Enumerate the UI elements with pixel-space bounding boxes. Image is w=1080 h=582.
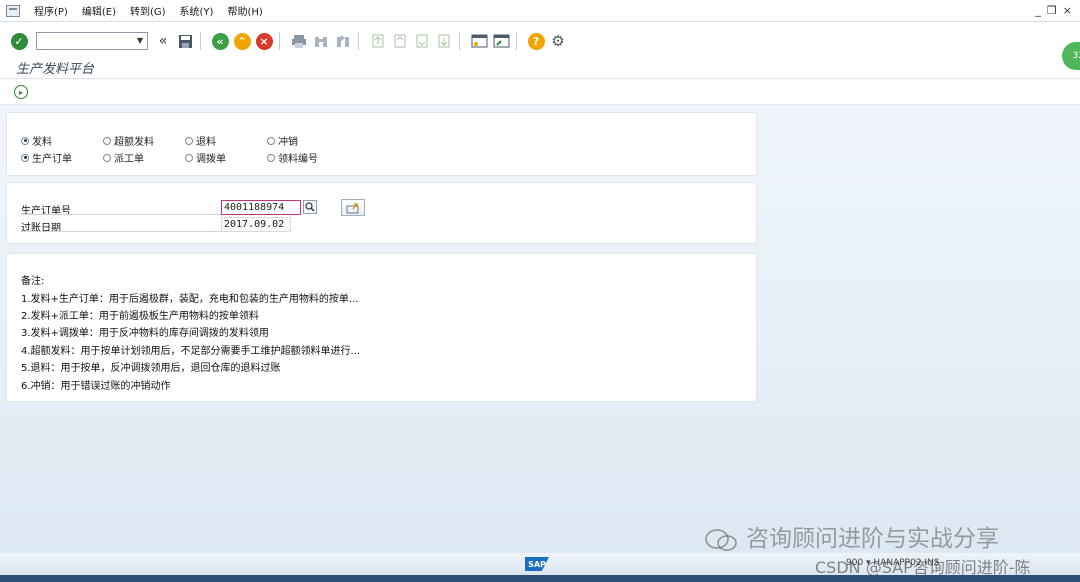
menu-program[interactable]: 程序(P) (34, 3, 68, 18)
toolbar-separator (516, 32, 517, 50)
toolbar-separator (358, 32, 359, 50)
prev-page-icon[interactable] (391, 32, 409, 50)
toolbar-separator (279, 32, 280, 50)
minimize-icon[interactable]: _ (1035, 4, 1041, 17)
radio-label: 调拨单 (196, 154, 226, 165)
order-number-input[interactable]: 4001188974 (221, 200, 301, 215)
menu-goto[interactable]: 转到(G) (130, 3, 166, 18)
menu-edit[interactable]: 编辑(E) (82, 3, 116, 18)
system-menu-icon[interactable] (6, 4, 20, 17)
radio-production-order[interactable]: 生产订单 (21, 150, 72, 165)
standard-toolbar: ✓ ▼ « « ⌃ × ? ⚙ (0, 22, 1080, 60)
first-page-icon[interactable] (369, 32, 387, 50)
selection-panel: 发料 超额发料 退料 冲销 生产订单 派工单 调拨单 领料编号 (6, 112, 757, 176)
radio-excess-issue[interactable]: 超额发料 (103, 133, 154, 148)
note-line: 3.发料+调拨单：用于反冲物料的库存间调拨的发料领用 (21, 328, 269, 339)
restore-icon[interactable]: ❐ (1047, 4, 1057, 17)
command-field[interactable]: ▼ (36, 32, 148, 50)
toolbar-separator (200, 32, 201, 50)
taskbar (0, 575, 1080, 582)
print-icon[interactable] (290, 32, 308, 50)
window-controls: _ ❐ × (1035, 4, 1072, 17)
watermark-account: 咨询顾问进阶与实战分享 (704, 519, 999, 553)
radio-label: 领料编号 (278, 154, 318, 165)
radio-button[interactable] (103, 136, 111, 145)
last-page-icon[interactable] (435, 32, 453, 50)
exit-icon[interactable]: ⌃ (233, 32, 251, 50)
note-line: 1.发料+生产订单：用于后遏极群，装配，充电和包装的生产用物料的按单... (21, 294, 359, 305)
application-toolbar: ▸ (0, 79, 1080, 105)
radio-button[interactable] (267, 153, 275, 162)
input-panel: 生产订单号 4001188974 过账日期 2017.09.02 (6, 182, 757, 244)
open-document-button[interactable] (341, 199, 365, 216)
notes-panel: 备注: 1.发料+生产订单：用于后遏极群，装配，充电和包装的生产用物料的按单..… (6, 253, 757, 402)
next-page-icon[interactable] (413, 32, 431, 50)
new-session-icon[interactable] (470, 32, 488, 50)
radio-button-selected[interactable] (21, 153, 29, 162)
note-line: 5.退料：用于按单，反冲调拨领用后，退回仓库的退料过账 (21, 363, 281, 374)
sap-logo: SAP (525, 557, 549, 571)
title-bar: 生产发料平台 (0, 57, 1080, 79)
field-underline (21, 231, 227, 232)
radio-dispatch-order[interactable]: 派工单 (103, 150, 144, 165)
radio-label: 退料 (196, 137, 216, 148)
note-line: 6.冲销：用于错误过账的冲销动作 (21, 381, 171, 392)
settings-icon[interactable]: ⚙ (549, 32, 567, 50)
radio-button[interactable] (103, 153, 111, 162)
wechat-icon (705, 528, 737, 551)
find-icon[interactable] (312, 32, 330, 50)
radio-label: 超额发料 (114, 137, 154, 148)
shortcut-icon[interactable] (492, 32, 510, 50)
watermark-text: 咨询顾问进阶与实战分享 (746, 526, 999, 552)
radio-requisition-number[interactable]: 领料编号 (267, 150, 318, 165)
radio-return[interactable]: 退料 (185, 133, 216, 148)
page-title: 生产发料平台 (16, 62, 95, 77)
radio-button[interactable] (185, 136, 193, 145)
menu-help[interactable]: 帮助(H) (227, 3, 262, 18)
close-window-icon[interactable]: × (1063, 4, 1072, 17)
menu-system[interactable]: 系统(Y) (180, 3, 214, 18)
cancel-icon[interactable]: × (255, 32, 273, 50)
radio-label: 生产订单 (32, 154, 72, 165)
radio-reversal[interactable]: 冲销 (267, 133, 298, 148)
find-next-icon[interactable] (334, 32, 352, 50)
note-line: 2.发料+派工单：用于前遏极板生产用物料的按单领料 (21, 311, 259, 322)
execute-icon[interactable]: ▸ (14, 85, 28, 99)
radio-issue[interactable]: 发料 (21, 133, 52, 148)
help-icon[interactable]: ? (527, 32, 545, 50)
field-underline (21, 214, 227, 215)
radio-label: 冲销 (278, 137, 298, 148)
check-icon[interactable]: ✓ (10, 32, 28, 50)
notes-heading: 备注: (21, 276, 45, 287)
back-icon[interactable]: « (211, 32, 229, 50)
save-icon[interactable] (176, 32, 194, 50)
radio-label: 发料 (32, 137, 52, 148)
chevron-down-icon[interactable]: ▼ (134, 34, 146, 48)
menu-bar: 程序(P) 编辑(E) 转到(G) 系统(Y) 帮助(H) _ ❐ × (0, 0, 1080, 22)
radio-button[interactable] (267, 136, 275, 145)
radio-button-selected[interactable] (21, 136, 29, 145)
radio-button[interactable] (185, 153, 193, 162)
back-double-icon[interactable]: « (154, 32, 172, 50)
radio-label: 派工单 (114, 154, 144, 165)
toolbar-separator (459, 32, 460, 50)
posting-date-input[interactable]: 2017.09.02 (221, 217, 291, 232)
search-help-icon[interactable] (303, 200, 317, 214)
note-line: 4.超额发料：用于按单计划领用后，不足部分需要手工维护超额领料单进行... (21, 346, 361, 357)
radio-transfer-order[interactable]: 调拨单 (185, 150, 226, 165)
